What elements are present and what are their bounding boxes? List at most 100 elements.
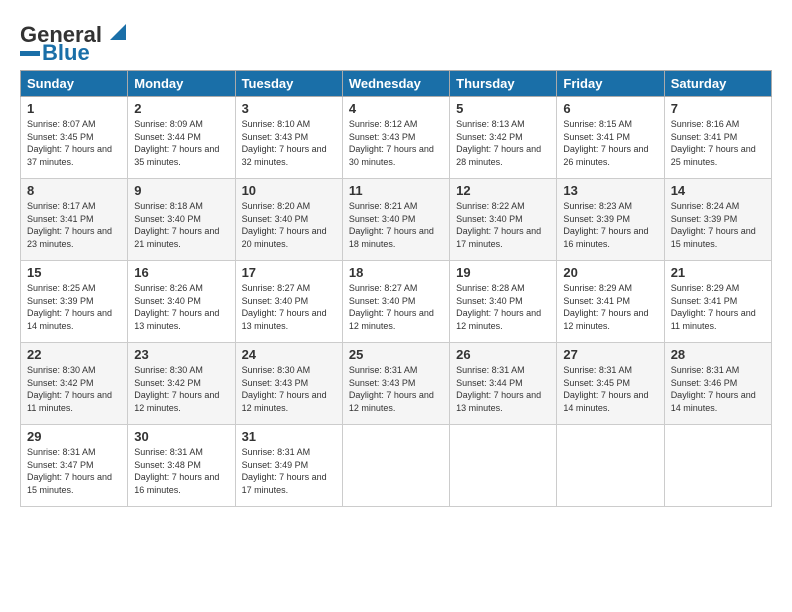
- cell-sunrise: Sunrise: 8:31 AMSunset: 3:45 PMDaylight:…: [563, 365, 648, 413]
- day-number: 26: [456, 347, 550, 362]
- calendar-cell: 30 Sunrise: 8:31 AMSunset: 3:48 PMDaylig…: [128, 425, 235, 507]
- day-number: 14: [671, 183, 765, 198]
- day-number: 24: [242, 347, 336, 362]
- calendar-cell: 11 Sunrise: 8:21 AMSunset: 3:40 PMDaylig…: [342, 179, 449, 261]
- day-number: 8: [27, 183, 121, 198]
- calendar-cell: 9 Sunrise: 8:18 AMSunset: 3:40 PMDayligh…: [128, 179, 235, 261]
- day-header-monday: Monday: [128, 71, 235, 97]
- calendar-week-3: 15 Sunrise: 8:25 AMSunset: 3:39 PMDaylig…: [21, 261, 772, 343]
- calendar-cell: 7 Sunrise: 8:16 AMSunset: 3:41 PMDayligh…: [664, 97, 771, 179]
- cell-sunrise: Sunrise: 8:24 AMSunset: 3:39 PMDaylight:…: [671, 201, 756, 249]
- calendar-week-1: 1 Sunrise: 8:07 AMSunset: 3:45 PMDayligh…: [21, 97, 772, 179]
- cell-sunrise: Sunrise: 8:21 AMSunset: 3:40 PMDaylight:…: [349, 201, 434, 249]
- day-number: 20: [563, 265, 657, 280]
- cell-sunrise: Sunrise: 8:31 AMSunset: 3:44 PMDaylight:…: [456, 365, 541, 413]
- cell-sunrise: Sunrise: 8:18 AMSunset: 3:40 PMDaylight:…: [134, 201, 219, 249]
- day-number: 22: [27, 347, 121, 362]
- calendar-cell: 12 Sunrise: 8:22 AMSunset: 3:40 PMDaylig…: [450, 179, 557, 261]
- day-number: 17: [242, 265, 336, 280]
- day-number: 29: [27, 429, 121, 444]
- cell-sunrise: Sunrise: 8:26 AMSunset: 3:40 PMDaylight:…: [134, 283, 219, 331]
- cell-sunrise: Sunrise: 8:20 AMSunset: 3:40 PMDaylight:…: [242, 201, 327, 249]
- calendar-cell: 2 Sunrise: 8:09 AMSunset: 3:44 PMDayligh…: [128, 97, 235, 179]
- logo-blue: Blue: [42, 42, 90, 64]
- day-header-friday: Friday: [557, 71, 664, 97]
- day-number: 7: [671, 101, 765, 116]
- day-number: 2: [134, 101, 228, 116]
- cell-sunrise: Sunrise: 8:29 AMSunset: 3:41 PMDaylight:…: [563, 283, 648, 331]
- calendar-cell: 23 Sunrise: 8:30 AMSunset: 3:42 PMDaylig…: [128, 343, 235, 425]
- day-number: 12: [456, 183, 550, 198]
- day-number: 15: [27, 265, 121, 280]
- calendar-cell: 26 Sunrise: 8:31 AMSunset: 3:44 PMDaylig…: [450, 343, 557, 425]
- calendar-cell: 15 Sunrise: 8:25 AMSunset: 3:39 PMDaylig…: [21, 261, 128, 343]
- day-header-sunday: Sunday: [21, 71, 128, 97]
- day-number: 18: [349, 265, 443, 280]
- calendar-cell: [342, 425, 449, 507]
- calendar-cell: 31 Sunrise: 8:31 AMSunset: 3:49 PMDaylig…: [235, 425, 342, 507]
- cell-sunrise: Sunrise: 8:15 AMSunset: 3:41 PMDaylight:…: [563, 119, 648, 167]
- day-number: 23: [134, 347, 228, 362]
- calendar-week-2: 8 Sunrise: 8:17 AMSunset: 3:41 PMDayligh…: [21, 179, 772, 261]
- calendar-cell: [557, 425, 664, 507]
- calendar-cell: 18 Sunrise: 8:27 AMSunset: 3:40 PMDaylig…: [342, 261, 449, 343]
- calendar-cell: 21 Sunrise: 8:29 AMSunset: 3:41 PMDaylig…: [664, 261, 771, 343]
- calendar-cell: 6 Sunrise: 8:15 AMSunset: 3:41 PMDayligh…: [557, 97, 664, 179]
- cell-sunrise: Sunrise: 8:07 AMSunset: 3:45 PMDaylight:…: [27, 119, 112, 167]
- calendar-cell: 10 Sunrise: 8:20 AMSunset: 3:40 PMDaylig…: [235, 179, 342, 261]
- cell-sunrise: Sunrise: 8:13 AMSunset: 3:42 PMDaylight:…: [456, 119, 541, 167]
- cell-sunrise: Sunrise: 8:31 AMSunset: 3:48 PMDaylight:…: [134, 447, 219, 495]
- calendar-cell: 1 Sunrise: 8:07 AMSunset: 3:45 PMDayligh…: [21, 97, 128, 179]
- day-number: 13: [563, 183, 657, 198]
- cell-sunrise: Sunrise: 8:12 AMSunset: 3:43 PMDaylight:…: [349, 119, 434, 167]
- calendar-cell: 20 Sunrise: 8:29 AMSunset: 3:41 PMDaylig…: [557, 261, 664, 343]
- day-number: 31: [242, 429, 336, 444]
- calendar-cell: 8 Sunrise: 8:17 AMSunset: 3:41 PMDayligh…: [21, 179, 128, 261]
- cell-sunrise: Sunrise: 8:27 AMSunset: 3:40 PMDaylight:…: [242, 283, 327, 331]
- cell-sunrise: Sunrise: 8:27 AMSunset: 3:40 PMDaylight:…: [349, 283, 434, 331]
- calendar-cell: 4 Sunrise: 8:12 AMSunset: 3:43 PMDayligh…: [342, 97, 449, 179]
- cell-sunrise: Sunrise: 8:30 AMSunset: 3:43 PMDaylight:…: [242, 365, 327, 413]
- day-header-thursday: Thursday: [450, 71, 557, 97]
- cell-sunrise: Sunrise: 8:28 AMSunset: 3:40 PMDaylight:…: [456, 283, 541, 331]
- calendar-cell: 3 Sunrise: 8:10 AMSunset: 3:43 PMDayligh…: [235, 97, 342, 179]
- logo: General Blue: [20, 22, 126, 64]
- day-number: 19: [456, 265, 550, 280]
- calendar-cell: 25 Sunrise: 8:31 AMSunset: 3:43 PMDaylig…: [342, 343, 449, 425]
- day-number: 9: [134, 183, 228, 198]
- day-number: 27: [563, 347, 657, 362]
- logo-icon: [104, 22, 126, 44]
- calendar-cell: 17 Sunrise: 8:27 AMSunset: 3:40 PMDaylig…: [235, 261, 342, 343]
- cell-sunrise: Sunrise: 8:25 AMSunset: 3:39 PMDaylight:…: [27, 283, 112, 331]
- cell-sunrise: Sunrise: 8:23 AMSunset: 3:39 PMDaylight:…: [563, 201, 648, 249]
- day-number: 16: [134, 265, 228, 280]
- day-number: 30: [134, 429, 228, 444]
- cell-sunrise: Sunrise: 8:16 AMSunset: 3:41 PMDaylight:…: [671, 119, 756, 167]
- cell-sunrise: Sunrise: 8:31 AMSunset: 3:49 PMDaylight:…: [242, 447, 327, 495]
- day-number: 10: [242, 183, 336, 198]
- calendar-header-row: SundayMondayTuesdayWednesdayThursdayFrid…: [21, 71, 772, 97]
- cell-sunrise: Sunrise: 8:31 AMSunset: 3:47 PMDaylight:…: [27, 447, 112, 495]
- day-number: 28: [671, 347, 765, 362]
- cell-sunrise: Sunrise: 8:10 AMSunset: 3:43 PMDaylight:…: [242, 119, 327, 167]
- day-number: 1: [27, 101, 121, 116]
- header: General Blue: [20, 18, 772, 64]
- cell-sunrise: Sunrise: 8:29 AMSunset: 3:41 PMDaylight:…: [671, 283, 756, 331]
- calendar-cell: 27 Sunrise: 8:31 AMSunset: 3:45 PMDaylig…: [557, 343, 664, 425]
- day-header-saturday: Saturday: [664, 71, 771, 97]
- day-number: 21: [671, 265, 765, 280]
- calendar-cell: 24 Sunrise: 8:30 AMSunset: 3:43 PMDaylig…: [235, 343, 342, 425]
- day-number: 5: [456, 101, 550, 116]
- calendar-cell: 13 Sunrise: 8:23 AMSunset: 3:39 PMDaylig…: [557, 179, 664, 261]
- day-number: 6: [563, 101, 657, 116]
- calendar-week-5: 29 Sunrise: 8:31 AMSunset: 3:47 PMDaylig…: [21, 425, 772, 507]
- page: General Blue SundayMondayTuesdayWednesda…: [0, 0, 792, 517]
- logo-bar: [20, 51, 40, 56]
- cell-sunrise: Sunrise: 8:31 AMSunset: 3:43 PMDaylight:…: [349, 365, 434, 413]
- cell-sunrise: Sunrise: 8:30 AMSunset: 3:42 PMDaylight:…: [134, 365, 219, 413]
- calendar-cell: 22 Sunrise: 8:30 AMSunset: 3:42 PMDaylig…: [21, 343, 128, 425]
- day-number: 11: [349, 183, 443, 198]
- calendar-cell: 16 Sunrise: 8:26 AMSunset: 3:40 PMDaylig…: [128, 261, 235, 343]
- calendar-week-4: 22 Sunrise: 8:30 AMSunset: 3:42 PMDaylig…: [21, 343, 772, 425]
- day-header-tuesday: Tuesday: [235, 71, 342, 97]
